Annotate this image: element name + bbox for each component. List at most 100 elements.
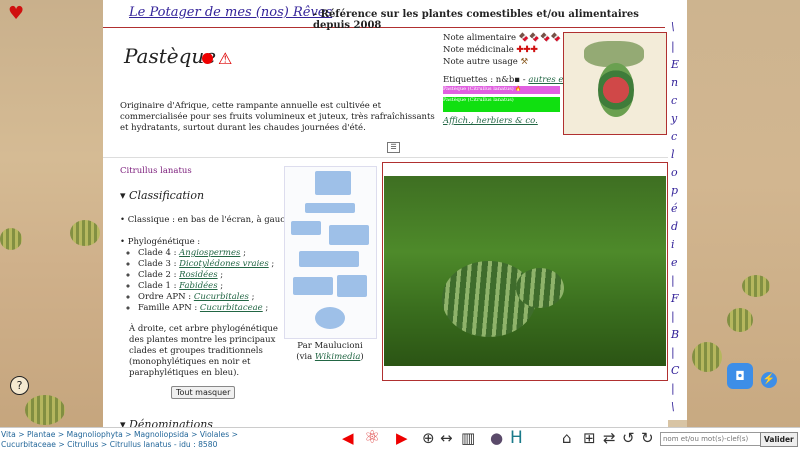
encyclopedie-letter: \ <box>671 400 675 413</box>
affich-link[interactable]: Affich., herbiers & co. <box>443 116 538 126</box>
hide-all-button[interactable]: Tout masquer <box>171 386 236 399</box>
search-input[interactable] <box>660 432 761 446</box>
tree-node <box>293 277 333 295</box>
clade-link[interactable]: Angiospermes <box>179 248 240 258</box>
clade-link[interactable]: Fabidées <box>179 281 217 291</box>
breadcrumb-link[interactable]: Citrullus lanatus <box>110 440 172 449</box>
breadcrumb-link[interactable]: Violales <box>200 430 229 439</box>
encyclopedie-letter: | <box>671 274 675 287</box>
clade-prefix: Clade 4 : <box>138 248 180 258</box>
clade-item: Famille APN : Cucurbitaceae ; <box>138 303 274 314</box>
breadcrumb-sep: > <box>15 430 27 439</box>
site-title-link[interactable]: Le Potager de mes (nos) Rêves <box>129 5 332 20</box>
toxicity-dot-icon <box>202 53 213 64</box>
list-toggle-icon[interactable]: ☰ <box>387 142 400 153</box>
encyclopedie-letter: e <box>671 256 678 269</box>
book-icon[interactable]: ▥ <box>461 429 475 447</box>
plant-photo-frame <box>382 162 668 381</box>
clade-item: Clade 2 : Rosidées ; <box>138 270 274 281</box>
medical-note-icons: ✚✚✚ <box>516 45 538 55</box>
help-icon[interactable]: ? <box>10 376 29 395</box>
breadcrumb-link[interactable]: Magnoliopsida <box>134 430 189 439</box>
encyclopedie-letter: c <box>671 94 678 107</box>
clade-link[interactable]: Cucurbitales <box>194 292 249 302</box>
image-credit: Par Maulucioni (via Wikimedia) <box>288 341 372 363</box>
heart-icon[interactable]: ♥ <box>8 3 24 24</box>
latin-name: Citrullus lanatus <box>120 166 192 176</box>
phylo-tree-description: À droite, cet arbre phylogénétique des p… <box>129 324 278 378</box>
assistant-robot-icon[interactable]: ◘ <box>727 363 753 389</box>
watermelon-fruit <box>516 268 564 308</box>
phylogenetic-tree-image[interactable] <box>284 166 377 339</box>
bolt-icon[interactable]: ⚡ <box>761 372 777 388</box>
clade-link[interactable]: Dicotylédones vraies <box>179 259 269 269</box>
swap-arrows-icon[interactable]: ↔ <box>440 429 453 447</box>
back-icon[interactable]: ↺ <box>622 429 635 447</box>
breadcrumb-link[interactable]: Plantae <box>27 430 55 439</box>
breadcrumb-sep: > <box>122 430 134 439</box>
breadcrumb: Vita > Plantae > Magnoliophyta > Magnoli… <box>1 430 251 449</box>
background-melon <box>0 228 22 250</box>
encyclopedie-letter: l <box>671 148 675 161</box>
clade-item: Clade 4 : Angiospermes ; <box>138 248 274 259</box>
food-note-label: Note alimentaire <box>443 33 517 43</box>
background-melon <box>70 220 100 246</box>
next-arrow-icon[interactable]: ▶ <box>396 429 408 447</box>
circle-icon[interactable]: ● <box>490 429 503 447</box>
wikimedia-link[interactable]: Wikimedia <box>315 352 361 362</box>
encyclopedie-letter: | <box>671 40 675 53</box>
background-melon <box>692 342 722 372</box>
sitemap-icon[interactable]: ⊞ <box>583 429 596 447</box>
encyclopedie-letter: y <box>671 112 678 125</box>
medical-note-label: Note médicinale <box>443 45 514 55</box>
encyclopedie-letter: | <box>671 382 675 395</box>
tree-node <box>315 171 351 195</box>
credit-via-suffix: ) <box>360 352 364 362</box>
clade-link[interactable]: Cucurbitaceae <box>200 303 263 313</box>
notes-block: Note alimentaire 🍫🍫🍫🍫 Note médicinale ✚✚… <box>443 32 571 86</box>
reload-icon[interactable]: ↻ <box>641 429 654 447</box>
encyclopedie-letter: | <box>671 346 675 359</box>
atom-icon[interactable]: ⚛ <box>364 429 380 447</box>
home-icon[interactable]: ⌂ <box>562 429 572 447</box>
clade-prefix: Clade 3 : <box>138 259 180 269</box>
breadcrumb-link[interactable]: Vita <box>1 430 16 439</box>
clade-suffix: ; <box>240 248 246 258</box>
breadcrumb-link[interactable]: Magnoliophyta <box>67 430 123 439</box>
prev-arrow-icon[interactable]: ◀ <box>342 429 354 447</box>
breadcrumb-link[interactable]: Cucurbitaceae <box>1 440 56 449</box>
site-header: Le Potager de mes (nos) Rêves - Référenc… <box>103 0 665 31</box>
h-icon[interactable]: H <box>510 429 523 447</box>
encyclopedie-letter: o <box>671 166 678 179</box>
user-icon[interactable]: ⊕ <box>422 429 435 447</box>
encyclopedie-letter: \ <box>671 20 675 33</box>
tree-node <box>305 203 355 213</box>
tree-node <box>291 221 321 235</box>
encyclopedie-letter: c <box>671 130 678 143</box>
tree-node <box>315 307 345 329</box>
submit-button[interactable]: Valider <box>760 432 798 447</box>
clade-suffix: ; <box>262 303 269 313</box>
tag-badge[interactable]: Pastèque (Citrullus lanatus) <box>443 97 560 112</box>
clade-item: Ordre APN : Cucurbitales ; <box>138 292 274 303</box>
classification-heading-label: Classification <box>129 189 205 202</box>
breadcrumb-sep: > <box>98 439 110 449</box>
clade-prefix: Clade 2 : <box>138 270 180 280</box>
clade-link[interactable]: Rosidées <box>179 270 217 280</box>
tag-badge[interactable]: Pastèque (Citrullus lanatus) 🔥 <box>443 86 560 94</box>
botanical-illustration[interactable] <box>563 32 667 135</box>
watermelon-photo[interactable] <box>384 176 666 366</box>
clade-item: Clade 3 : Dicotylédones vraies ; <box>138 259 274 270</box>
breadcrumb-link[interactable]: Citrullus <box>67 440 98 449</box>
encyclopedie-letter: F <box>671 292 679 305</box>
breadcrumb-idu: - idu : 8580 <box>171 439 218 449</box>
clade-suffix: ; <box>217 281 224 291</box>
shuffle-icon[interactable]: ⇄ <box>603 429 616 447</box>
food-note-icons: 🍫🍫🍫🍫 <box>518 33 562 43</box>
clade-suffix: ; <box>217 270 224 280</box>
classification-heading[interactable]: ▾ Classification <box>120 189 204 202</box>
tree-node <box>329 225 369 245</box>
credit-via-prefix: (via <box>296 352 315 362</box>
encyclopedie-letter: E <box>671 58 680 71</box>
clade-suffix: ; <box>248 292 255 302</box>
